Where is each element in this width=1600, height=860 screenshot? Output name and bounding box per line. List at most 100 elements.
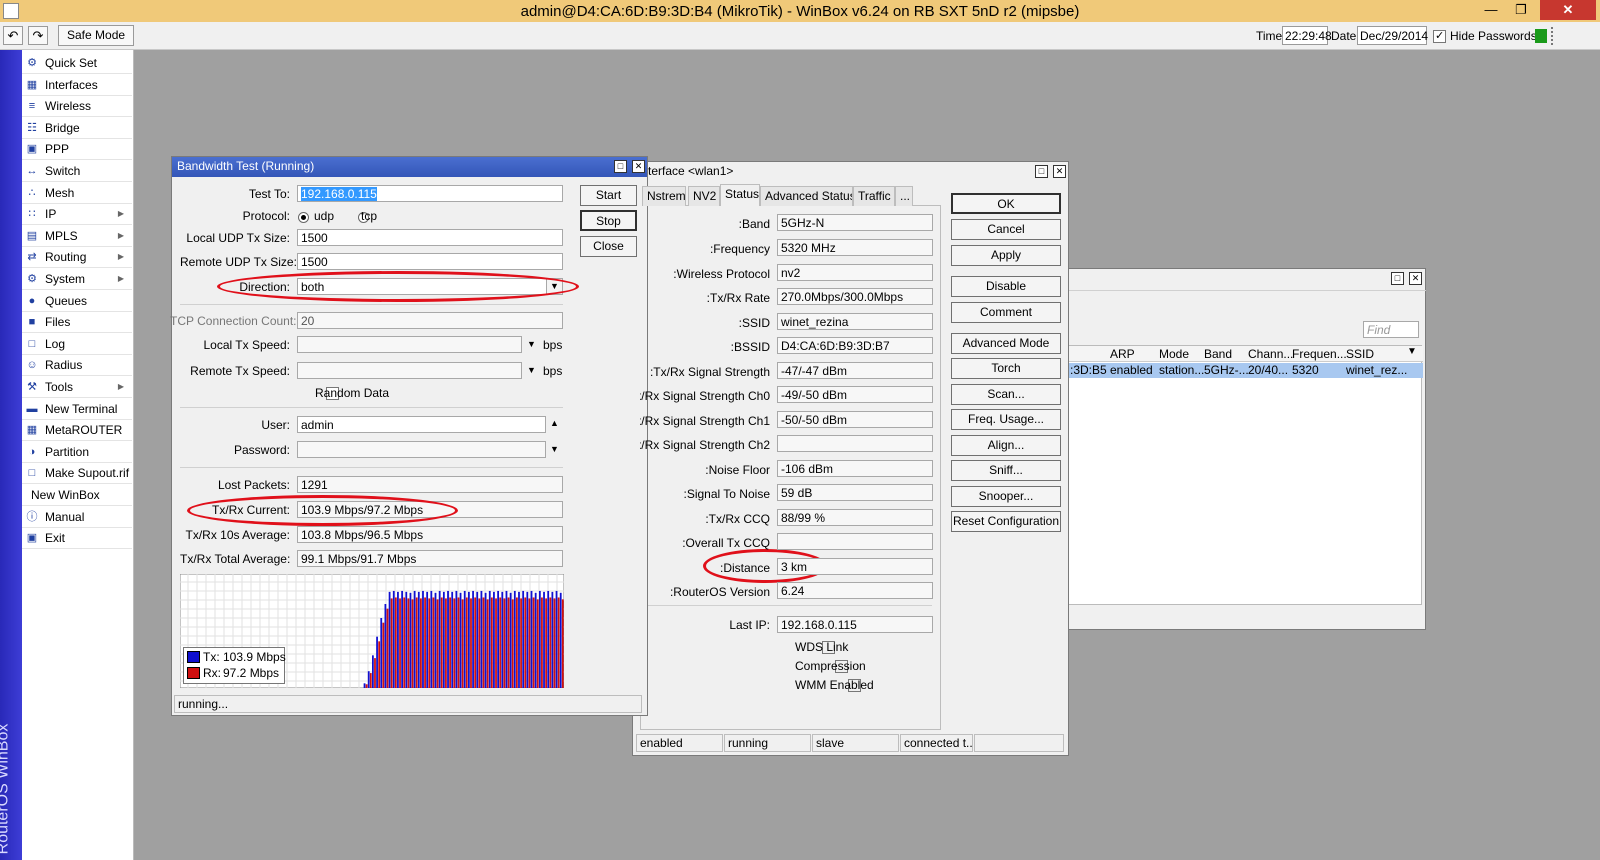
sidebar-item-new-winbox[interactable]: New WinBox <box>22 485 132 506</box>
supout-icon: □ <box>28 467 36 480</box>
local-speed-input[interactable] <box>297 336 522 353</box>
bw-window-header: Bandwidth Test (Running) <box>172 157 647 177</box>
redo-icon[interactable]: ↷ <box>28 26 48 45</box>
list-maximize-icon[interactable]: □ <box>1391 272 1404 285</box>
user-input[interactable]: admin <box>297 416 546 433</box>
restore-icon[interactable]: ❐ <box>1506 0 1536 20</box>
sidebar-item-routing[interactable]: ⇄ Routing ▶ <box>22 247 132 269</box>
col-mode[interactable]: Mode <box>1159 347 1189 361</box>
iface-field-value: winet_rezina <box>777 313 933 330</box>
col-ssid[interactable]: SSID <box>1346 347 1374 361</box>
tab-more[interactable]: ... <box>895 186 913 206</box>
iface-maximize-icon[interactable]: □ <box>1035 165 1048 178</box>
undo-icon[interactable]: ↶ <box>3 26 23 45</box>
row-mac: :3D:B5 <box>1070 363 1107 377</box>
minimize-icon[interactable]: — <box>1476 0 1506 20</box>
bw-close-icon[interactable]: ✕ <box>632 160 645 173</box>
apply-button[interactable]: Apply <box>951 245 1061 266</box>
tab-status[interactable]: Status <box>720 184 760 206</box>
sidebar-item-manual[interactable]: ⓘ Manual <box>22 507 132 528</box>
find-input[interactable]: Find <box>1363 321 1419 338</box>
sidebar-item-radius[interactable]: ☺ Radius <box>22 355 132 377</box>
sidebar-item-bridge[interactable]: ☷ Bridge <box>22 118 132 139</box>
sidebar-item-system[interactable]: ⚙ System ▶ <box>22 269 132 290</box>
close-icon[interactable]: ✕ <box>1540 0 1596 20</box>
tab-advanced-status[interactable]: Advanced Status <box>760 186 853 206</box>
iface-status-cell <box>974 734 1064 752</box>
sidebar-item-mpls[interactable]: ▤ MPLS ▶ <box>22 226 132 247</box>
advanced-mode-button[interactable]: Advanced Mode <box>951 333 1061 354</box>
time-field: 22:29:48 <box>1282 26 1332 45</box>
bw-separator-1 <box>180 304 563 305</box>
disable-button[interactable]: Disable <box>951 276 1061 297</box>
user-collapse-icon[interactable]: ▲ <box>550 418 559 428</box>
rx-bar <box>394 597 397 688</box>
last-ip-label: Last IP: <box>729 618 770 632</box>
sniff-button[interactable]: Sniff... <box>951 460 1061 481</box>
sidebar-item-metarouter[interactable]: ▦ MetaROUTER <box>22 420 132 442</box>
iface-close-icon[interactable]: ✕ <box>1053 165 1066 178</box>
sidebar-item-ppp[interactable]: ▣ PPP <box>22 139 132 161</box>
col-band[interactable]: Band <box>1204 347 1232 361</box>
local-udp-input[interactable]: 1500 <box>297 229 563 246</box>
sidebar-item-tools[interactable]: ⚒ Tools ▶ <box>22 377 132 398</box>
cancel-button[interactable]: Cancel <box>951 219 1061 240</box>
tab-traffic[interactable]: Traffic <box>853 186 895 206</box>
sidebar-item-new-terminal[interactable]: ▬ New Terminal <box>22 399 132 420</box>
snooper-button[interactable]: Snooper... <box>951 486 1061 507</box>
sidebar-item-partition[interactable]: ◑ Partition <box>22 442 132 463</box>
tab-nstreme[interactable]: Nstreme <box>642 186 686 206</box>
col-frequency[interactable]: Frequen... <box>1292 347 1347 361</box>
sidebar-item-make-supout-rif[interactable]: □ Make Supout.rif <box>22 463 132 485</box>
remote-speed-dropdown-icon[interactable]: ▼ <box>527 365 536 375</box>
sidebar-item-quick-set[interactable]: ⚙ Quick Set <box>22 53 132 74</box>
torch-button[interactable]: Torch <box>951 358 1061 379</box>
tx-bar <box>422 590 424 688</box>
reset-configuration-button[interactable]: Reset Configuration <box>951 511 1061 532</box>
sidebar-item-mesh[interactable]: ∴ Mesh <box>22 183 132 204</box>
rx-bar <box>390 598 393 688</box>
grip-icon[interactable] <box>1551 27 1559 45</box>
iface-field-label: SSID: <box>738 316 770 330</box>
sidebar-item-interfaces[interactable]: ▦ Interfaces <box>22 75 132 96</box>
sidebar-item-log[interactable]: □ Log <box>22 334 132 355</box>
iface-status-cell: slave <box>812 734 899 752</box>
hide-passwords-checkbox[interactable] <box>1433 29 1446 44</box>
sidebar-item-exit[interactable]: ▣ Exit <box>22 528 132 550</box>
remote-udp-input[interactable]: 1500 <box>297 253 563 270</box>
list-close-icon[interactable]: ✕ <box>1409 272 1422 285</box>
tab-nv2[interactable]: NV2 <box>688 186 720 206</box>
sidebar-item-ip[interactable]: ∷ IP ▶ <box>22 204 132 226</box>
tcp-count-label: TCP Connection Count: <box>170 314 297 328</box>
rx-bar <box>507 597 510 688</box>
sidebar-item-label: PPP <box>45 142 70 157</box>
avg10-field: 103.8 Mbps/96.5 Mbps <box>297 526 563 543</box>
scan-button[interactable]: Scan... <box>951 384 1061 405</box>
list-table: ARP Mode Band Chann... Frequen... SSID ▼… <box>1066 345 1423 605</box>
sidebar-item-queues[interactable]: ● Queues <box>22 291 132 312</box>
bw-maximize-icon[interactable]: □ <box>614 160 627 173</box>
tcp-label: tcp <box>361 209 378 223</box>
remote-speed-input[interactable] <box>297 362 522 379</box>
freq-usage-button[interactable]: Freq. Usage... <box>951 409 1061 430</box>
comment-button[interactable]: Comment <box>951 302 1061 323</box>
sidebar-item-wireless[interactable]: ≡ Wireless <box>22 96 132 118</box>
password-dropdown-icon[interactable]: ▼ <box>550 444 559 454</box>
tx-bar <box>543 591 545 688</box>
sidebar-item-files[interactable]: ■ Files <box>22 312 132 334</box>
legend-tx-swatch <box>187 651 200 663</box>
toolbar: ↶ ↷ Safe Mode Time: 22:29:48 Date: Dec/2… <box>0 22 1600 50</box>
col-arp[interactable]: ARP <box>1110 347 1135 361</box>
local-speed-dropdown-icon[interactable]: ▼ <box>527 339 536 349</box>
stop-button[interactable]: Stop <box>580 210 637 231</box>
sidebar-item-switch[interactable]: ↔ Switch <box>22 161 132 182</box>
ok-button[interactable]: OK <box>951 193 1061 214</box>
password-input[interactable] <box>297 441 546 458</box>
close-button[interactable]: Close <box>580 236 637 257</box>
col-channel[interactable]: Chann... <box>1248 347 1293 361</box>
align-button[interactable]: Align... <box>951 435 1061 456</box>
test-to-input[interactable]: 192.168.0.115 <box>297 185 563 202</box>
column-chooser-icon[interactable]: ▼ <box>1407 346 1417 357</box>
start-button[interactable]: Start <box>580 185 637 206</box>
safe-mode-button[interactable]: Safe Mode <box>58 25 135 46</box>
